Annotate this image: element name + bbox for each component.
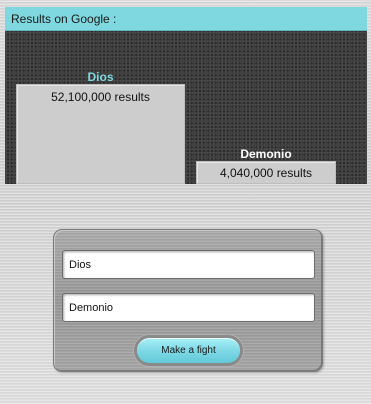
- result-count-label: 4,040,000 results: [219, 166, 313, 180]
- result-bar-group-demonio: Demonio 4,040,000 results: [196, 147, 336, 184]
- result-bar: 4,040,000 results: [196, 161, 336, 184]
- result-bar-group-dios: Dios 52,100,000 results: [16, 70, 185, 184]
- second-term-input[interactable]: [62, 293, 315, 322]
- results-header: Results on Google :: [5, 7, 367, 31]
- make-a-fight-button[interactable]: Make a fight: [134, 335, 243, 366]
- result-term-label: Demonio: [240, 147, 292, 161]
- result-bar: 52,100,000 results: [16, 84, 185, 184]
- result-count-label: 52,100,000 results: [51, 90, 150, 104]
- fight-form-panel: Make a fight: [53, 229, 323, 372]
- first-term-input[interactable]: [62, 250, 315, 279]
- results-panel: Results on Google : Dios 52,100,000 resu…: [5, 7, 367, 184]
- result-term-label: Dios: [87, 70, 114, 84]
